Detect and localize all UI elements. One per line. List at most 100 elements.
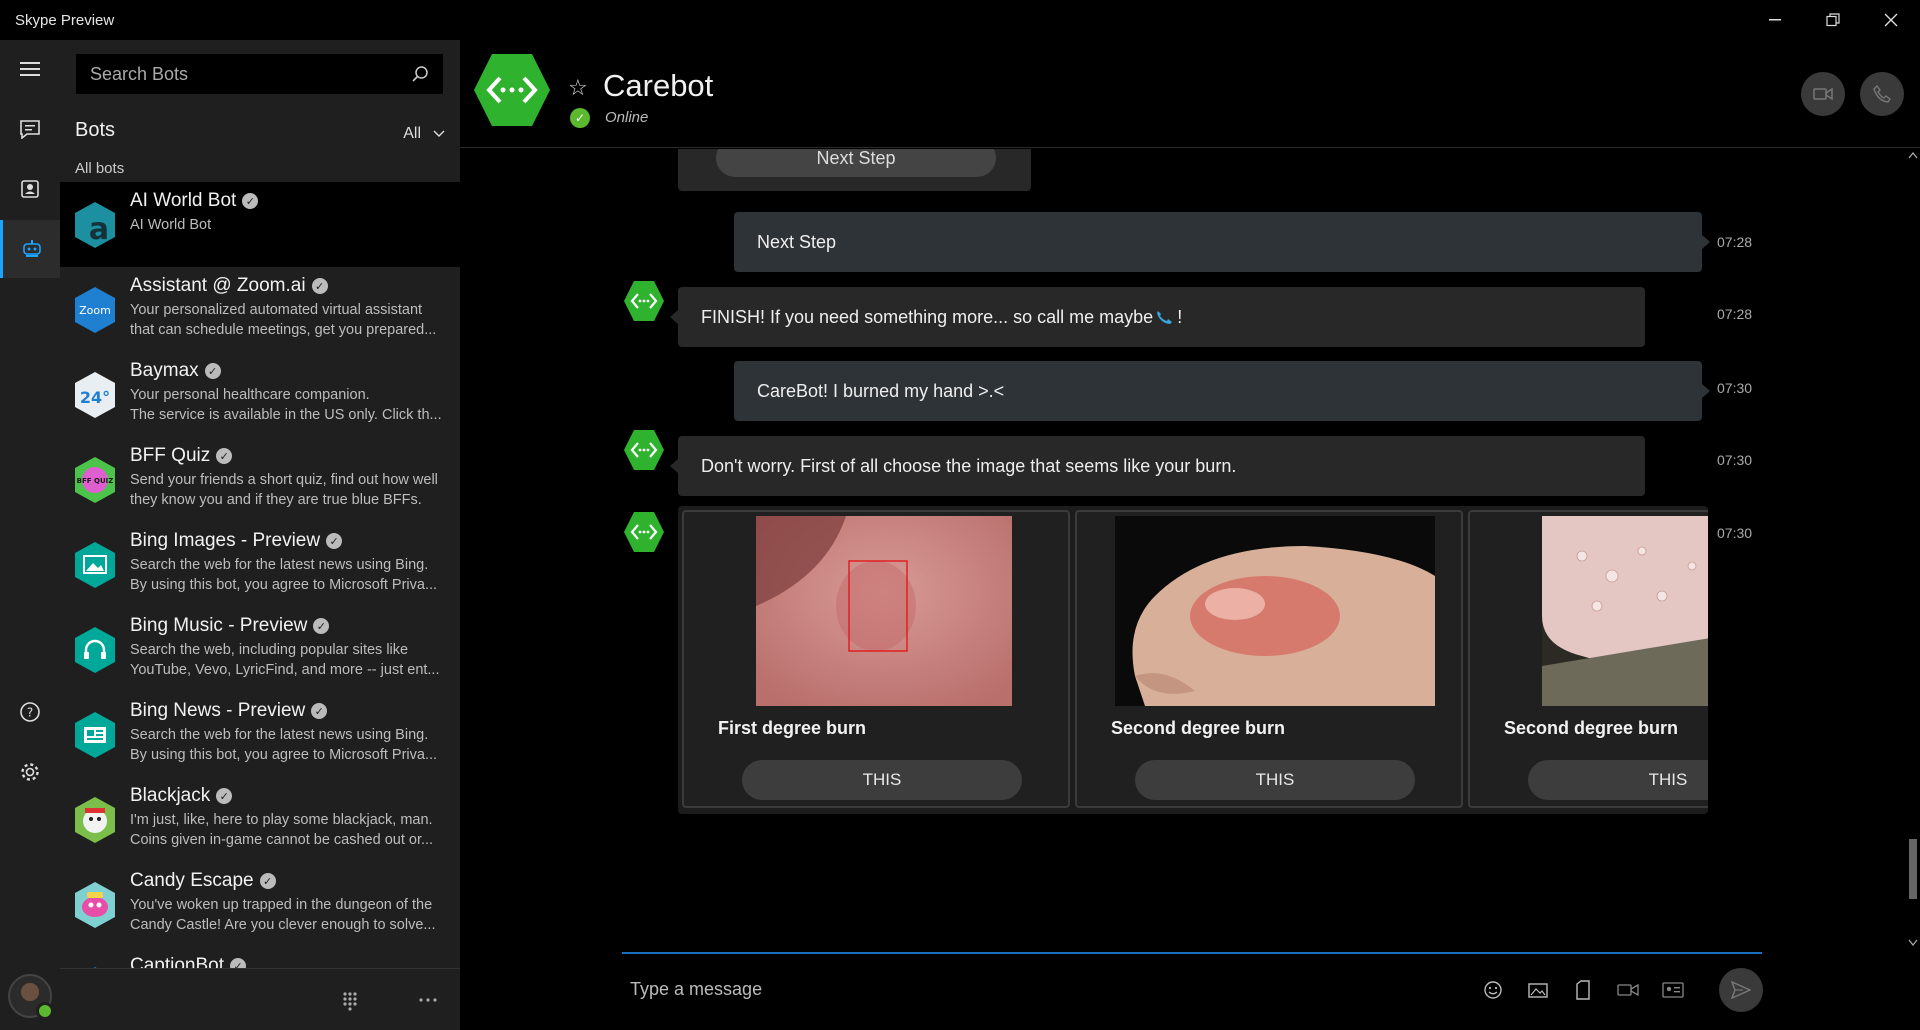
video-message-icon [1617, 983, 1639, 997]
list-item[interactable]: Bing Images - Preview ✓ Search the web fo… [60, 522, 460, 607]
send-file-button[interactable] [1565, 972, 1601, 1008]
bot-description: Search the web, including popular sites … [130, 642, 409, 658]
sidebar: Bots All All bots a AI World Bot ✓ AI Wor… [60, 40, 460, 1030]
recent-chats-button[interactable] [0, 100, 60, 158]
message-timestamp: 07:30 [1717, 452, 1753, 468]
verified-icon: ✓ [311, 703, 328, 719]
search-box [76, 54, 443, 94]
settings-button[interactable] [0, 743, 60, 801]
scrollbar[interactable] [1906, 149, 1920, 949]
contact-card-icon [1662, 982, 1684, 998]
bot-description: AI World Bot [130, 217, 212, 233]
list-item[interactable]: Bing Music - Preview ✓ Search the web, in… [60, 607, 460, 692]
next-step-button[interactable]: Next Step [716, 149, 996, 177]
bot-description: You've woken up trapped in the dungeon o… [130, 897, 433, 913]
restore-icon [1826, 13, 1840, 27]
this-button[interactable]: THIS [1135, 760, 1415, 800]
dialpad-icon[interactable] [342, 991, 358, 1011]
list-item[interactable]: Candy Escape ✓ You've woken up trapped in… [60, 862, 460, 947]
audio-call-button[interactable] [1860, 72, 1904, 116]
help-button[interactable]: ? [0, 683, 60, 741]
bot-name: Bing Images - Preview [130, 530, 321, 551]
baymax-avatar: 24° [75, 372, 115, 418]
help-icon: ? [20, 702, 40, 722]
send-image-button[interactable] [1520, 972, 1556, 1008]
list-item[interactable]: Blackjack ✓ I'm just, like, here to play … [60, 777, 460, 862]
bot-description: YouTube, Vevo, LyricFind, and more -- ju… [130, 662, 440, 678]
restore-button[interactable] [1804, 0, 1862, 40]
filter-value: All [403, 125, 421, 142]
card-title: Second degree burn [1111, 718, 1286, 738]
message-input[interactable] [630, 974, 1430, 1004]
filter-dropdown[interactable]: All [403, 125, 445, 143]
list-item[interactable]: 24° Baymax ✓ Your personal healthcare com… [60, 352, 460, 437]
contact-name: Carebot [603, 68, 714, 103]
online-status-dot [36, 1002, 54, 1020]
carebot-message-avatar [624, 430, 664, 470]
video-call-button[interactable] [1801, 72, 1845, 116]
skype-window: Skype Preview ? Search Bots Bots All All… [0, 0, 1920, 1030]
list-item[interactable]: a AI World Bot ✓ AI World Bot [60, 182, 460, 267]
this-button[interactable]: THIS [1528, 760, 1708, 800]
bing-images-avatar [75, 542, 115, 588]
bot-description: Coins given in-game cannot be cashed out… [130, 832, 434, 848]
bot-description: that can schedule meetings, get you prep… [130, 322, 437, 338]
scrollbar-arrows [1908, 151, 1918, 947]
all-bots-label: All bots [75, 160, 125, 177]
send-contact-button[interactable] [1655, 972, 1691, 1008]
verified-icon: ✓ [313, 618, 330, 634]
verified-icon: ✓ [326, 533, 343, 549]
search-input[interactable] [90, 63, 411, 85]
bot-description: Your personalized automated virtual assi… [130, 302, 423, 318]
message-text: FINISH! If you need something more... so… [701, 306, 1154, 327]
burn-card-carousel: First degree burn THIS Second degree bur… [678, 506, 1708, 814]
card-title: Second degree burn [1504, 718, 1679, 738]
message-suffix: ! [1177, 306, 1183, 327]
file-icon [1576, 980, 1590, 1000]
search-icon[interactable] [411, 65, 429, 83]
phone-emoji-icon [1157, 311, 1173, 324]
bot-name: BFF Quiz [130, 445, 211, 466]
message-composer [622, 952, 1763, 1030]
online-check-icon: ✓ [570, 108, 590, 128]
bot-description: By using this bot, you agree to Microsof… [130, 577, 438, 593]
bots-button[interactable] [0, 220, 60, 278]
profile-avatar[interactable] [8, 974, 54, 1020]
list-item[interactable]: Zoom Assistant @ Zoom.ai ✓ Your personali… [60, 267, 460, 352]
outgoing-message: CareBot! I burned my hand >.< [734, 361, 1710, 421]
list-item[interactable]: Bing News - Preview ✓ Search the web for … [60, 692, 460, 777]
message-text: Next Step [757, 231, 837, 252]
bot-name: Baymax [130, 360, 199, 381]
hamburger-icon [20, 62, 40, 76]
sidebar-footer [60, 968, 460, 1030]
favorite-star-icon[interactable]: ☆ [568, 75, 588, 101]
minimize-icon [1769, 19, 1781, 21]
close-button[interactable] [1862, 0, 1920, 40]
bot-description: Candy Castle! Are you clever enough to s… [130, 917, 436, 933]
more-options-icon[interactable] [418, 997, 438, 1003]
carebot-avatar[interactable] [472, 52, 552, 128]
bot-description: they know you and if they are true blue … [130, 492, 422, 508]
this-button[interactable]: THIS [742, 760, 1022, 800]
previous-card: Next Step [678, 149, 1031, 191]
burn-card: First degree burn THIS [682, 510, 1070, 808]
message-timestamp: 07:30 [1717, 525, 1753, 541]
verified-icon: ✓ [216, 448, 233, 464]
send-button[interactable] [1719, 968, 1763, 1012]
bot-description: The service is available in the US only.… [130, 407, 442, 423]
burn-card: Second degree burn THIS [1468, 510, 1708, 808]
bot-name: AI World Bot [130, 190, 237, 211]
video-camera-icon [1813, 87, 1833, 101]
minimize-button[interactable] [1746, 0, 1804, 40]
bot-description: Search the web for the latest news using… [130, 557, 429, 573]
verified-icon: ✓ [216, 788, 233, 804]
first-degree-burn-image [756, 516, 1012, 706]
svg-text:Zoom: Zoom [79, 304, 111, 317]
contacts-button[interactable] [0, 160, 60, 218]
menu-button[interactable] [0, 40, 60, 98]
video-message-button[interactable] [1610, 972, 1646, 1008]
title-bar: Skype Preview [0, 0, 1920, 40]
list-item[interactable]: BFF QUIZ BFF Quiz ✓ Send your friends a s… [60, 437, 460, 522]
chat-icon [20, 120, 40, 139]
emoji-button[interactable] [1475, 972, 1511, 1008]
